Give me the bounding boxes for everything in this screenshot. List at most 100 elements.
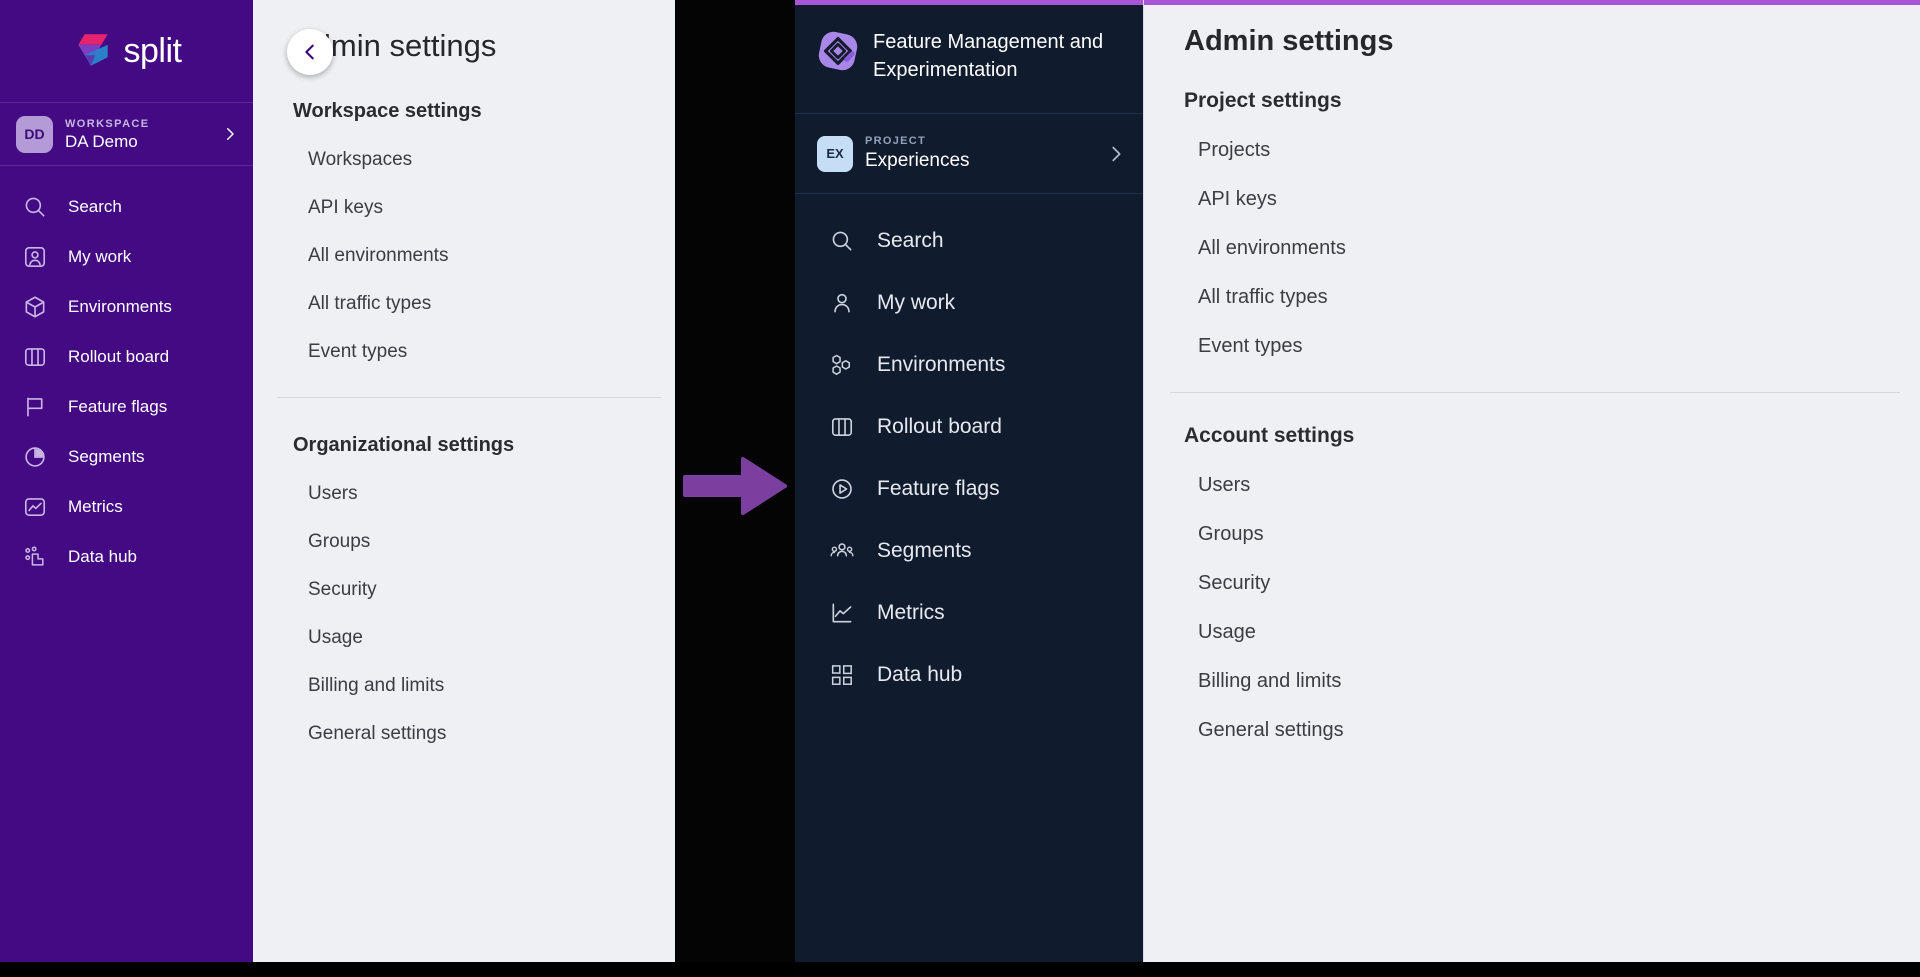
settings-item-event-types[interactable]: Event types <box>1144 309 1920 358</box>
workspace-sidebar: split DD WORKSPACE DA Demo Search <box>0 0 253 962</box>
cube-icon <box>22 294 48 320</box>
hexagon-cluster-icon <box>829 352 855 378</box>
product-nav-item-environments[interactable]: Environments <box>795 334 1143 396</box>
data-hub-icon <box>829 662 855 688</box>
sidebar-item-label: My work <box>68 247 131 267</box>
person-icon <box>829 290 855 316</box>
settings-item-all-traffic-types[interactable]: All traffic types <box>253 267 675 315</box>
product-nav-item-label: Rollout board <box>877 415 1002 439</box>
product-nav-item-metrics[interactable]: Metrics <box>795 582 1143 644</box>
sidebar-item-label: Metrics <box>68 497 123 517</box>
product-nav-item-label: Feature flags <box>877 477 1000 501</box>
brand-name: split <box>124 32 182 71</box>
sidebar-item-data-hub[interactable]: Data hub <box>0 532 253 582</box>
transition-arrow-area <box>675 0 795 962</box>
product-nav-item-data-hub[interactable]: Data hub <box>795 644 1143 706</box>
product-nav-item-rollout-board[interactable]: Rollout board <box>795 396 1143 458</box>
sidebar-item-segments[interactable]: Segments <box>0 432 253 482</box>
settings-item-api-keys[interactable]: API keys <box>253 171 675 219</box>
data-hub-icon <box>22 544 48 570</box>
chevron-left-icon <box>299 41 321 63</box>
chevron-right-icon <box>1105 143 1127 165</box>
settings-item-projects[interactable]: Projects <box>1144 113 1920 162</box>
section-heading-account-settings: Account settings <box>1144 393 1920 448</box>
settings-item-billing-and-limits[interactable]: Billing and limits <box>1144 644 1920 693</box>
sidebar-item-label: Data hub <box>68 547 137 567</box>
flag-icon <box>22 394 48 420</box>
product-nav-item-label: Segments <box>877 539 972 563</box>
settings-item-groups[interactable]: Groups <box>1144 497 1920 546</box>
product-nav-item-label: My work <box>877 291 955 315</box>
product-nav-item-label: Data hub <box>877 663 962 687</box>
sidebar-item-label: Feature flags <box>68 397 167 417</box>
settings-item-users[interactable]: Users <box>253 457 675 505</box>
settings-item-users[interactable]: Users <box>1144 448 1920 497</box>
sidebar-item-feature-flags[interactable]: Feature flags <box>0 382 253 432</box>
sidebar-item-my-work[interactable]: My work <box>0 232 253 282</box>
project-name: Experiences <box>865 149 1093 173</box>
settings-item-all-environments[interactable]: All environments <box>253 219 675 267</box>
sidebar-item-rollout-board[interactable]: Rollout board <box>0 332 253 382</box>
settings-item-security[interactable]: Security <box>253 553 675 601</box>
product-nav-item-label: Search <box>877 229 944 253</box>
people-group-icon <box>829 538 855 564</box>
product-nav-item-segments[interactable]: Segments <box>795 520 1143 582</box>
columns-icon <box>829 414 855 440</box>
workspace-nav-list: Search My work Environments <box>0 166 253 582</box>
my-work-icon <box>22 244 48 270</box>
product-sidebar: Feature Management and Experimentation E… <box>795 0 1143 962</box>
search-icon <box>829 228 855 254</box>
settings-item-security[interactable]: Security <box>1144 546 1920 595</box>
product-nav-item-my-work[interactable]: My work <box>795 272 1143 334</box>
page-title: Admin settings <box>1144 0 1920 58</box>
project-label: PROJECT <box>865 134 1093 149</box>
sidebar-item-environments[interactable]: Environments <box>0 282 253 332</box>
product-nav-item-label: Metrics <box>877 601 945 625</box>
settings-item-usage[interactable]: Usage <box>1144 595 1920 644</box>
sidebar-item-metrics[interactable]: Metrics <box>0 482 253 532</box>
project-avatar: EX <box>817 136 853 172</box>
sidebar-item-search[interactable]: Search <box>0 182 253 232</box>
settings-item-general-settings[interactable]: General settings <box>253 697 675 745</box>
sidebar-collapse-button[interactable] <box>287 29 333 75</box>
play-circle-icon <box>829 476 855 502</box>
settings-item-api-keys[interactable]: API keys <box>1144 162 1920 211</box>
settings-item-general-settings[interactable]: General settings <box>1144 693 1920 742</box>
sidebar-item-label: Rollout board <box>68 347 169 367</box>
accent-top-bar <box>795 0 1143 5</box>
admin-settings-panel-left: Admin settings Workspace settings Worksp… <box>253 0 675 962</box>
pie-chart-icon <box>22 444 48 470</box>
section-heading-organizational-settings: Organizational settings <box>253 398 675 457</box>
settings-item-usage[interactable]: Usage <box>253 601 675 649</box>
admin-settings-panel-right: Admin settings Project settings Projects… <box>1143 0 1920 962</box>
product-brand-header: Feature Management and Experimentation <box>795 0 1143 114</box>
product-nav-list: Search My work Environments <box>795 194 1143 706</box>
workspace-label: WORKSPACE <box>65 117 209 131</box>
product-nav-item-search[interactable]: Search <box>795 210 1143 272</box>
settings-item-all-traffic-types[interactable]: All traffic types <box>1144 260 1920 309</box>
workspace-name: DA Demo <box>65 131 209 152</box>
chevron-right-icon <box>221 125 239 143</box>
line-chart-icon <box>829 600 855 626</box>
settings-item-billing-and-limits[interactable]: Billing and limits <box>253 649 675 697</box>
settings-item-all-environments[interactable]: All environments <box>1144 211 1920 260</box>
settings-item-groups[interactable]: Groups <box>253 505 675 553</box>
workspace-switcher[interactable]: DD WORKSPACE DA Demo <box>0 103 253 166</box>
settings-item-event-types[interactable]: Event types <box>253 315 675 363</box>
columns-icon <box>22 344 48 370</box>
product-title: Feature Management and Experimentation <box>873 28 1125 84</box>
workspace-avatar: DD <box>16 116 53 153</box>
project-switcher[interactable]: EX PROJECT Experiences <box>795 114 1143 194</box>
accent-top-bar <box>1144 0 1920 5</box>
sidebar-item-label: Segments <box>68 447 145 467</box>
screenshot-root: split DD WORKSPACE DA Demo Search <box>0 0 1920 977</box>
sidebar-item-label: Search <box>68 197 122 217</box>
brand-logo-area[interactable]: split <box>0 0 253 103</box>
harness-fme-icon <box>817 30 859 72</box>
section-heading-project-settings: Project settings <box>1144 58 1920 113</box>
arrow-right-icon <box>683 455 787 517</box>
settings-item-workspaces[interactable]: Workspaces <box>253 123 675 171</box>
product-nav-item-label: Environments <box>877 353 1005 377</box>
product-nav-item-feature-flags[interactable]: Feature flags <box>795 458 1143 520</box>
split-logo-icon <box>72 30 114 72</box>
